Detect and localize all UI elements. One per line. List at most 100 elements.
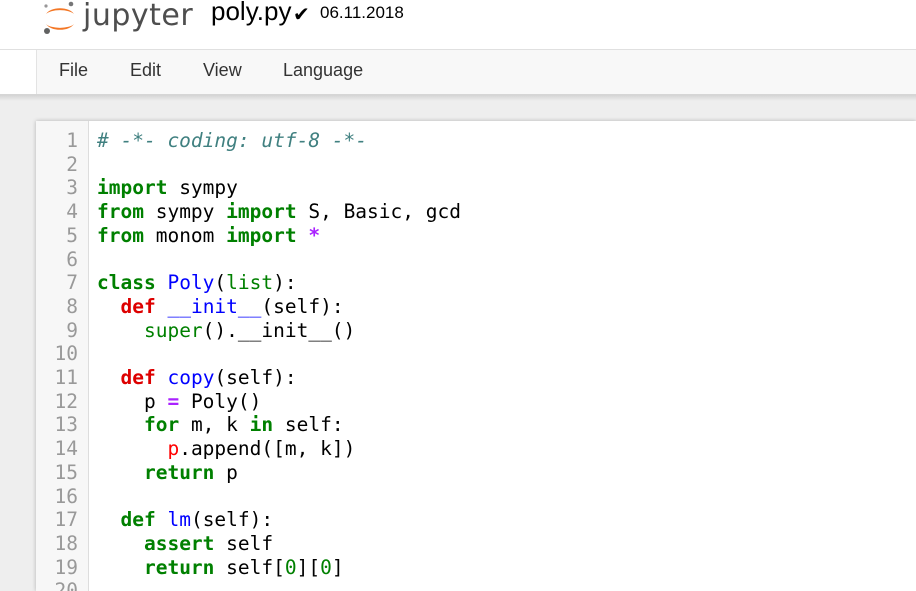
code-line[interactable]: 5 from monom import *: [36, 224, 916, 248]
code-token: return: [143, 555, 215, 579]
code-line[interactable]: 12 p = Poly(): [36, 390, 916, 414]
code-line[interactable]: 17 def lm(self):: [36, 508, 916, 532]
line-code[interactable]: for m, k in self:: [97, 413, 344, 437]
code-token: self:: [273, 413, 344, 437]
code-token: copy: [167, 366, 215, 389]
file-name[interactable]: poly.py: [211, 0, 291, 27]
code-token: 0: [320, 555, 332, 579]
code-line[interactable]: 2: [36, 153, 916, 177]
code-token: def: [120, 294, 156, 318]
menu-view[interactable]: View: [203, 60, 242, 81]
line-number: 16: [54, 484, 78, 508]
code-token: (self):: [261, 294, 344, 318]
line-code[interactable]: return self[0][0]: [97, 556, 344, 580]
line-code[interactable]: return p: [97, 461, 238, 485]
code-token: from: [97, 223, 144, 247]
line-number: 8: [66, 294, 78, 318]
code-token: Poly(): [179, 389, 262, 413]
line-code[interactable]: def lm(self):: [97, 508, 273, 532]
code-token: (self):: [214, 366, 297, 389]
code-token: =: [167, 389, 180, 413]
code-token: (self):: [190, 508, 274, 532]
line-number: 7: [66, 271, 78, 295]
menu-file[interactable]: File: [59, 60, 88, 81]
code-token: Poly: [167, 271, 215, 295]
code-token: self: [214, 531, 274, 555]
line-number: 17: [54, 508, 78, 532]
line-number: 4: [66, 200, 78, 224]
line-number: 10: [54, 342, 78, 366]
line-code[interactable]: from sympy import S, Basic, gcd: [97, 200, 461, 224]
code-line[interactable]: 14 p.append([m, k]): [36, 437, 916, 461]
code-token: __init__: [167, 294, 262, 318]
line-code[interactable]: assert self: [97, 532, 273, 556]
code-token: sympy: [167, 176, 238, 200]
code-token: assert: [143, 531, 215, 555]
code-line[interactable]: 15 return p: [36, 461, 916, 485]
menubar: File Edit View Language: [36, 50, 916, 94]
code-token: def: [120, 508, 156, 532]
line-number: 12: [54, 389, 78, 413]
code-token: import: [226, 200, 297, 224]
line-number: 18: [54, 531, 78, 555]
line-code[interactable]: p.append([m, k]): [97, 437, 355, 461]
line-code[interactable]: import sympy: [97, 176, 238, 200]
code-token: import: [226, 223, 297, 247]
code-line[interactable]: 16: [36, 485, 916, 509]
code-line[interactable]: 1 # -*- coding: utf-8 -*-: [36, 129, 916, 153]
line-number: 1: [66, 129, 78, 152]
code-token: def: [120, 366, 156, 389]
line-number: 2: [66, 152, 78, 176]
code-token: monom: [143, 223, 227, 247]
jupyter-logo-icon[interactable]: [40, 0, 80, 38]
code-token: sympy: [143, 200, 227, 224]
line-number: 3: [66, 176, 78, 200]
line-code[interactable]: p = Poly(): [97, 390, 261, 414]
menu-edit[interactable]: Edit: [130, 60, 161, 81]
code-token: # -*- coding: utf-8 -*-: [97, 129, 368, 152]
code-token: from: [97, 200, 144, 224]
code-token: (: [214, 271, 227, 295]
code-line[interactable]: 4 from sympy import S, Basic, gcd: [36, 200, 916, 224]
code-line[interactable]: 18 assert self: [36, 532, 916, 556]
line-code[interactable]: from monom import *: [97, 224, 320, 248]
code-editor[interactable]: 1 # -*- coding: utf-8 -*- 2 3 import sympy 4 f…: [36, 121, 916, 591]
code-token: p: [97, 389, 168, 413]
menubar-container: File Edit View Language: [0, 50, 916, 95]
line-number: 5: [66, 223, 78, 247]
code-line[interactable]: 11 def copy(self):: [36, 366, 916, 390]
jupyter-logo-text[interactable]: jupyter: [83, 0, 193, 33]
saved-check-icon: ✔: [293, 4, 310, 26]
code-token: ][: [296, 555, 321, 579]
code-token: import: [97, 176, 168, 200]
code-line[interactable]: 9 super().__init__(): [36, 319, 916, 343]
line-number: 11: [54, 366, 78, 389]
line-code[interactable]: def copy(self):: [97, 366, 297, 390]
line-number: 20: [54, 579, 78, 591]
code-line[interactable]: 8 def __init__(self):: [36, 295, 916, 319]
menu-language[interactable]: Language: [283, 60, 363, 81]
code-line[interactable]: 19 return self[0][0]: [36, 556, 916, 580]
code-token: list: [226, 271, 274, 295]
code-line[interactable]: 7 class Poly(list):: [36, 271, 916, 295]
code-token: ().__init__(): [202, 318, 356, 342]
line-code[interactable]: class Poly(list):: [97, 271, 297, 295]
line-code[interactable]: # -*- coding: utf-8 -*-: [97, 129, 367, 153]
line-code[interactable]: super().__init__(): [97, 319, 355, 343]
code-line[interactable]: 20: [36, 579, 916, 591]
code-line[interactable]: 3 import sympy: [36, 176, 916, 200]
code-token: ]: [331, 555, 344, 579]
code-line[interactable]: 6: [36, 248, 916, 272]
code-line[interactable]: 13 for m, k in self:: [36, 413, 916, 437]
line-code[interactable]: def __init__(self):: [97, 294, 344, 319]
line-number: 13: [54, 413, 78, 437]
code-line[interactable]: 10: [36, 342, 916, 366]
code-token: for: [143, 413, 180, 437]
